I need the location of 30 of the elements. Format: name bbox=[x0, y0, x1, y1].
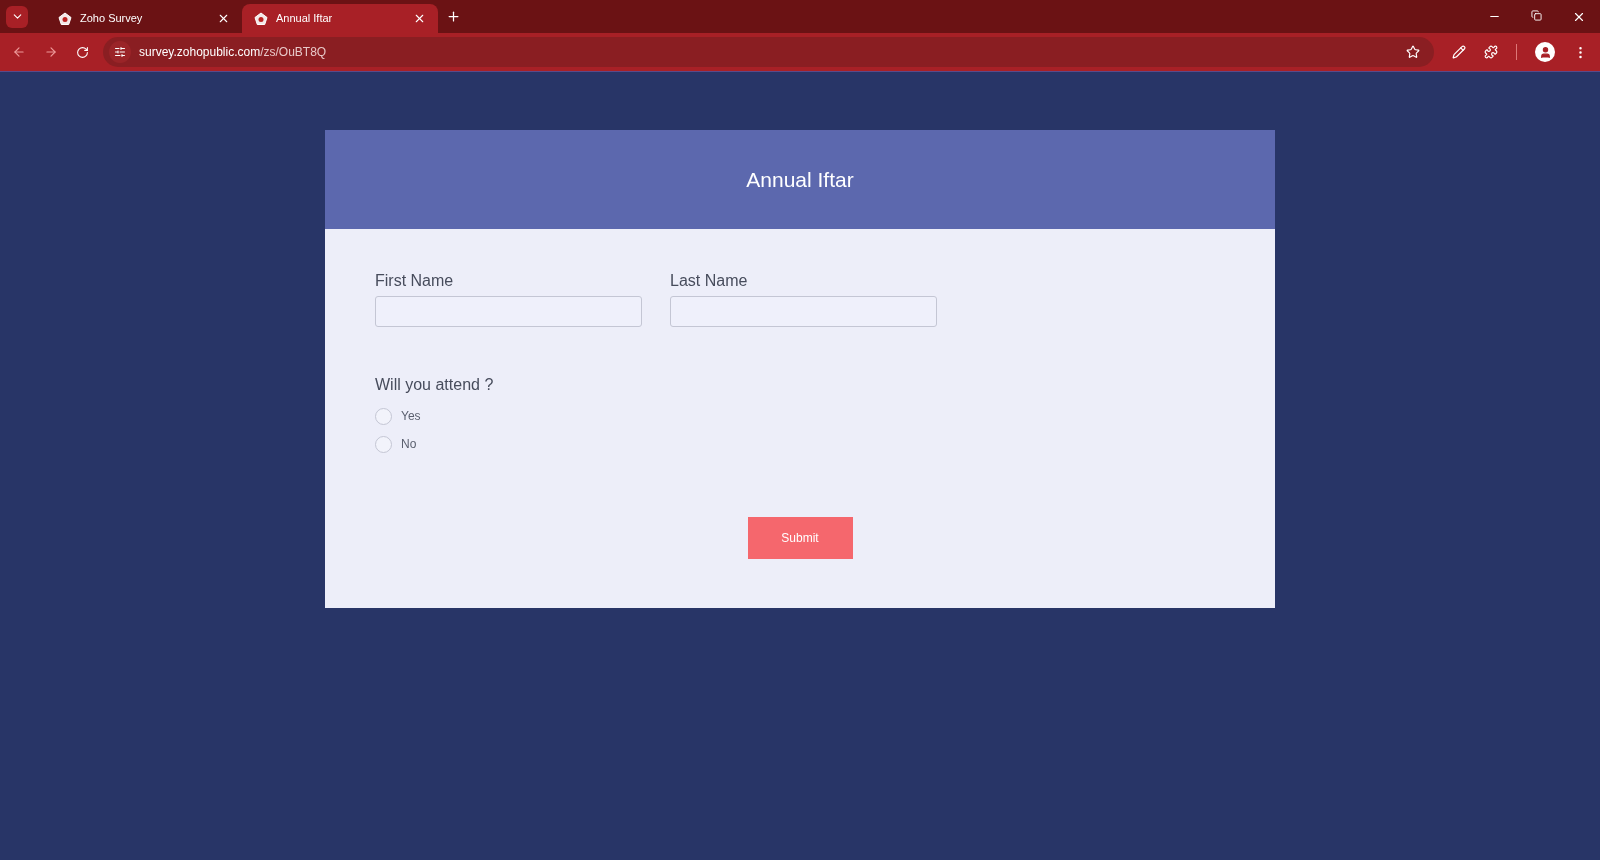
close-icon[interactable] bbox=[217, 12, 230, 25]
text-input[interactable] bbox=[375, 296, 642, 327]
site-settings-icon[interactable] bbox=[114, 46, 126, 58]
new-tab-icon[interactable] bbox=[446, 9, 461, 24]
radio-button[interactable] bbox=[375, 407, 392, 425]
survey-title: Annual Iftar bbox=[746, 166, 854, 193]
browser-tab[interactable]: Zoho Survey bbox=[46, 4, 242, 33]
reload-icon[interactable] bbox=[76, 45, 89, 59]
browser-tab[interactable]: Annual Iftar bbox=[242, 4, 438, 33]
text-input[interactable] bbox=[670, 296, 937, 327]
tab-search-button[interactable] bbox=[6, 5, 28, 28]
question-label: Will you attend ? bbox=[375, 375, 495, 395]
close-icon[interactable] bbox=[413, 12, 426, 25]
pencil-icon[interactable] bbox=[1452, 45, 1466, 59]
forward-icon[interactable] bbox=[44, 45, 58, 59]
person-icon bbox=[1538, 45, 1552, 59]
option-label: Yes bbox=[401, 408, 421, 425]
field-label: Last Name bbox=[670, 271, 749, 291]
pentagon-logo-icon bbox=[58, 11, 72, 26]
pentagon-logo-icon bbox=[254, 11, 268, 26]
restore-icon[interactable] bbox=[1531, 9, 1542, 21]
address-bar[interactable]: survey.zohopublic.com/zs/OuBT8Q bbox=[103, 37, 1434, 67]
bookmark-star-icon[interactable] bbox=[1406, 45, 1420, 59]
field-label: First Name bbox=[375, 271, 455, 291]
radio-button[interactable] bbox=[375, 435, 392, 453]
url-text: survey.zohopublic.com/zs/OuBT8Q bbox=[139, 44, 328, 61]
option-label: No bbox=[401, 436, 417, 453]
back-icon[interactable] bbox=[12, 45, 26, 59]
profile-avatar[interactable] bbox=[1535, 42, 1555, 62]
extensions-icon[interactable] bbox=[1484, 45, 1498, 59]
